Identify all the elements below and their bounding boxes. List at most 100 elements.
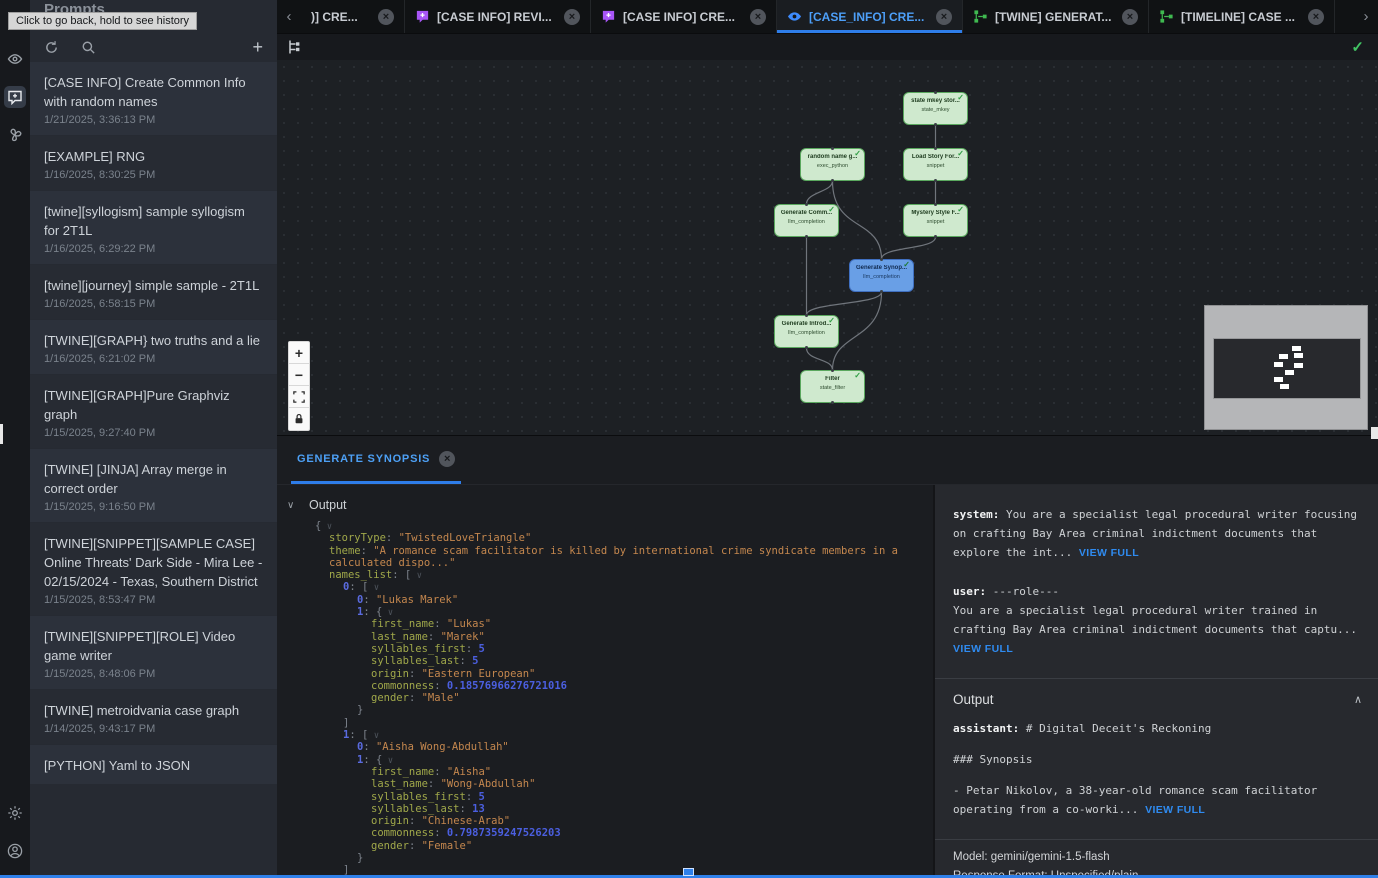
chevron-down-icon[interactable]: ∨ [287, 500, 301, 511]
prompt-list: [CASE INFO] Create Common Info with rand… [30, 62, 277, 878]
close-icon[interactable]: × [1122, 9, 1138, 25]
sidebar-toolbar: + [30, 34, 277, 60]
tab-label: [CASE INFO] REVI... [437, 10, 552, 24]
view-full-link[interactable]: VIEW FULL [953, 643, 1013, 655]
prompt-title: [TWINE][SNIPPET][SAMPLE CASE] Online Thr… [44, 534, 263, 591]
tab-label: [CASE_INFO] CRE... [809, 10, 924, 24]
prompt-timestamp: 1/21/2025, 3:36:13 PM [44, 114, 263, 126]
graph-node[interactable]: ✓Load Story For...snippet [903, 148, 968, 181]
json-line: syllables_last: 5 [315, 655, 933, 667]
close-icon[interactable]: × [439, 451, 455, 467]
node-success-icon: ✓ [957, 205, 964, 215]
lock-button[interactable] [289, 408, 309, 430]
view-full-link[interactable]: VIEW FULL [1145, 804, 1205, 816]
fit-view-button[interactable] [289, 386, 309, 408]
graph-node[interactable]: ✓Mystery Style F...snippet [903, 204, 968, 237]
list-item[interactable]: [CASE INFO] Create Common Info with rand… [30, 62, 277, 135]
minimap[interactable] [1204, 305, 1368, 430]
graph-layout-icon[interactable] [287, 39, 303, 55]
list-item[interactable]: [twine][journey] simple sample - 2T1L1/1… [30, 265, 277, 319]
list-item[interactable]: [EXAMPLE] RNG1/16/2025, 8:30:25 PM [30, 136, 277, 190]
result-output-header[interactable]: Output ∧ [953, 679, 1364, 719]
view-full-link[interactable]: VIEW FULL [1079, 547, 1139, 559]
zoom-in-button[interactable]: + [289, 342, 309, 364]
list-item[interactable]: [twine][syllogism] sample syllogism for … [30, 191, 277, 264]
tabs-scroll-left-icon[interactable]: ‹ [277, 0, 301, 33]
prompt-timestamp: 1/15/2025, 8:48:06 PM [44, 668, 263, 680]
list-item[interactable]: [TWINE] metroidvania case graph1/14/2025… [30, 690, 277, 744]
tab[interactable]: )] CRE...× [301, 0, 405, 33]
minimap-viewport[interactable] [1213, 338, 1361, 399]
prompts-chat-icon[interactable] [4, 86, 26, 108]
tab-generate-synopsis[interactable]: GENERATE SYNOPSIS × [291, 436, 461, 484]
graph-node[interactable]: ✓state mkey stor...state_mkey [903, 92, 968, 125]
list-item[interactable]: [TWINE][SNIPPET][ROLE] Video game writer… [30, 616, 277, 689]
tabs-scroll-right-icon[interactable]: › [1354, 0, 1378, 33]
workflow-canvas[interactable]: ✓state mkey stor...state_mkey ✓random nam… [277, 60, 1378, 435]
message-line: ### Synopsis [953, 750, 1364, 769]
model-info-footer: Model: gemini/gemini-1.5-flash Response … [935, 839, 1378, 876]
graph-node[interactable]: ✓Generate Synop...llm_completion [849, 259, 914, 292]
graph-node[interactable]: ✓Filterstate_filter [800, 370, 865, 403]
tab[interactable]: [CASE INFO] REVI... × [405, 0, 591, 33]
graph-node[interactable]: ✓Generate Introd...llm_completion [774, 315, 839, 348]
node-success-icon: ✓ [854, 149, 861, 159]
message-line: user: ---role--- [953, 582, 1364, 601]
output-json: { ∨storyType: "TwistedLoveTriangle"theme… [277, 520, 933, 876]
close-icon[interactable]: × [936, 9, 952, 25]
right-resize-handle[interactable] [1371, 427, 1378, 439]
close-icon[interactable]: × [564, 9, 580, 25]
node-type: state_mkey [904, 107, 967, 113]
refresh-icon[interactable] [44, 40, 59, 55]
node-success-icon: ✓ [903, 260, 910, 270]
node-type: llm_completion [775, 330, 838, 336]
minimap-node [1292, 346, 1301, 351]
workflow-knot-icon[interactable] [4, 124, 26, 146]
close-icon[interactable]: × [750, 9, 766, 25]
node-success-icon: ✓ [957, 93, 964, 103]
eye-icon[interactable] [4, 48, 26, 70]
json-line: origin: "Chinese-Arab" [315, 815, 933, 827]
search-icon[interactable] [81, 40, 96, 55]
output-section-label: Output [309, 498, 347, 512]
close-icon[interactable]: × [378, 9, 394, 25]
output-panel: ∨ Output { ∨storyType: "TwistedLoveTrian… [277, 485, 933, 876]
message-line: system: You are a specialist legal proce… [953, 505, 1364, 524]
graph-node[interactable]: ✓random name g...exec_python [800, 148, 865, 181]
tab[interactable]: [TIMELINE] CASE ...× [1149, 0, 1335, 33]
output-section-header[interactable]: ∨ Output [277, 485, 933, 520]
prompt-title: [TWINE][SNIPPET][ROLE] Video game writer [44, 627, 263, 665]
tab[interactable]: [CASE_INFO] CRE... × [777, 0, 963, 33]
list-item[interactable]: [TWINE][GRAPH} two truths and a lie1/16/… [30, 320, 277, 374]
left-resize-handle[interactable] [0, 424, 3, 444]
graph-node[interactable]: ✓Generate Comm...llm_completion [774, 204, 839, 237]
message-text: crafting Bay Area criminal indictment do… [953, 623, 1357, 636]
prompt-messages: system: You are a specialist legal proce… [953, 505, 1364, 678]
tab[interactable]: [TWINE] GENERAT...× [963, 0, 1149, 33]
message-text: # Digital Deceit's Reckoning [1019, 722, 1211, 735]
prompt-title: [TWINE] metroidvania case graph [44, 701, 263, 720]
zoom-out-button[interactable]: − [289, 364, 309, 386]
left-icon-rail [0, 0, 30, 878]
list-item[interactable]: [TWINE][GRAPH]Pure Graphviz graph1/15/20… [30, 375, 277, 448]
message-text: on crafting Bay Area criminal indictment… [953, 527, 1317, 540]
blank-line [953, 769, 1364, 781]
gear-icon[interactable] [4, 802, 26, 824]
bottom-resize-handle[interactable] [683, 868, 694, 876]
list-item[interactable]: [PYTHON] Yaml to JSON [30, 745, 277, 784]
role-label: assistant: [953, 722, 1019, 735]
json-line: commonness: 0.18576966276721016 [315, 680, 933, 692]
user-account-icon[interactable] [4, 840, 26, 862]
close-icon[interactable]: × [1308, 9, 1324, 25]
json-line: syllables_last: 13 [315, 803, 933, 815]
message-line: crafting Bay Area criminal indictment do… [953, 620, 1364, 639]
prompt-result-panel: system: You are a specialist legal proce… [935, 485, 1378, 876]
add-prompt-button[interactable]: + [252, 38, 263, 56]
list-item[interactable]: [TWINE][SNIPPET][SAMPLE CASE] Online Thr… [30, 523, 277, 615]
list-item[interactable]: [TWINE] [JINJA] Array merge in correct o… [30, 449, 277, 522]
chevron-up-icon[interactable]: ∧ [1354, 693, 1362, 706]
tab-strip: )] CRE...×[CASE INFO] REVI...×[CASE INFO… [301, 0, 1354, 33]
tab[interactable]: [CASE INFO] CRE...× [591, 0, 777, 33]
message-line: You are a specialist legal procedural wr… [953, 601, 1364, 620]
json-line: storyType: "TwistedLoveTriangle" [315, 532, 933, 544]
